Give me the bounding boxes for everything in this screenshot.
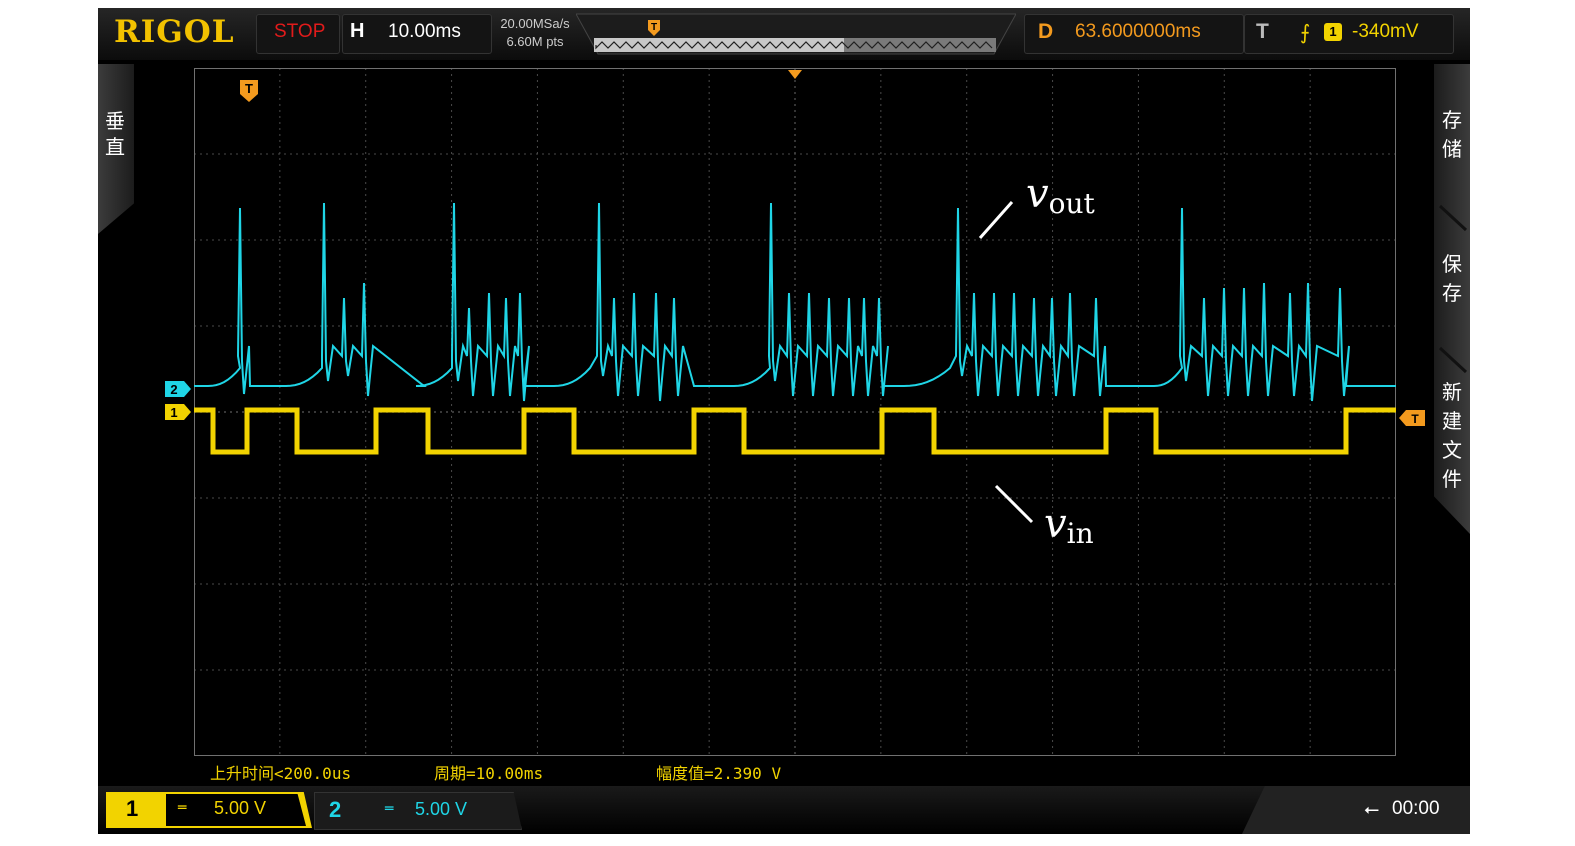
vin-subscript: in — [1066, 517, 1094, 550]
trigger-label: T — [1256, 20, 1269, 43]
trigger-level-marker[interactable]: T — [1398, 409, 1426, 427]
ch1-number: 1 — [126, 796, 139, 821]
trigger-box[interactable] — [1244, 14, 1454, 54]
ch2-settings-button[interactable]: 2 ═ 5.00 V — [314, 792, 522, 830]
sample-info: 20.00MSa/s 6.60M pts — [492, 15, 578, 51]
bottom-channel-bar: 1 ═ 5.00 V 2 ═ 5.00 V ⭠ 00:00 — [98, 786, 1470, 834]
measurement-rise-time[interactable]: 上升时间<200.0us — [210, 760, 351, 784]
vertical-menu-tab[interactable]: 垂直 — [98, 64, 134, 234]
vertical-menu-label: 垂直 — [105, 109, 125, 159]
trigger-position-text: T — [245, 81, 253, 96]
timebase-value: 10.00ms — [388, 21, 461, 42]
usb-icon: ⭠ — [1364, 798, 1380, 820]
top-status-bar: RIGOL STOP H 10.00ms 20.00MSa/s 6.60M pt… — [98, 8, 1470, 60]
sample-rate: 20.00MSa/s — [500, 16, 570, 31]
dc-coupling-icon: ═ — [178, 800, 187, 816]
ch2-scale-value: 5.00 V — [415, 799, 468, 819]
measurement-value: =10.00ms — [466, 764, 544, 783]
horizontal-label: H — [350, 20, 365, 42]
ch2-offset-marker[interactable]: 2 — [164, 380, 192, 398]
vin-label: vin — [1044, 504, 1094, 554]
delay-value: 63.6000000ms — [1075, 21, 1201, 42]
vin-symbol: v — [1044, 501, 1067, 547]
memory-trigger-text: T — [651, 22, 657, 33]
vout-subscript: out — [1048, 187, 1095, 220]
vout-pointer-line — [978, 201, 1014, 239]
measurement-value: <200.0us — [274, 764, 352, 783]
memory-window[interactable]: T — [576, 12, 1016, 56]
waveform-screen[interactable] — [194, 68, 1396, 756]
brand-logo: RIGOL — [114, 14, 235, 50]
ch2-number: 2 — [329, 797, 342, 822]
menu-divider — [1438, 204, 1468, 232]
ch1-settings-button[interactable]: 1 ═ 5.00 V — [106, 792, 312, 828]
rising-edge-icon: ⨍ — [1300, 20, 1311, 44]
trigger-source-badge: 1 — [1324, 23, 1342, 41]
ch1-offset-text: 1 — [170, 405, 177, 420]
clock-display: 00:00 — [1392, 798, 1440, 819]
run-state-text: STOP — [274, 21, 326, 42]
vout-label: vout — [1026, 174, 1095, 224]
vout-symbol: v — [1026, 171, 1049, 217]
storage-menu-item[interactable]: 存储 — [1438, 106, 1466, 164]
measurement-label: 幅度值 — [656, 764, 705, 783]
ch1-scale-value: 5.00 V — [214, 798, 267, 818]
menu-divider — [1438, 346, 1468, 374]
center-time-marker — [788, 70, 802, 79]
oscilloscope-display: RIGOL STOP H 10.00ms 20.00MSa/s 6.60M pt… — [98, 8, 1470, 834]
save-menu-item[interactable]: 保存 — [1438, 250, 1466, 308]
ch1-offset-marker[interactable]: 1 — [164, 403, 192, 421]
measurement-label: 周期 — [434, 764, 467, 783]
ch2-offset-text: 2 — [170, 382, 177, 397]
trigger-level-value: -340mV — [1352, 21, 1419, 42]
storage-menu-tab[interactable]: 存储 保存 新建文件 — [1434, 64, 1470, 534]
trigger-position-marker[interactable]: T — [238, 78, 262, 104]
measurement-value: =2.390 V — [704, 764, 782, 783]
delay-label: D — [1038, 20, 1054, 43]
new-file-menu-item[interactable]: 新建文件 — [1438, 378, 1466, 494]
memory-depth: 6.60M pts — [506, 34, 564, 49]
measurement-period[interactable]: 周期=10.00ms — [434, 760, 543, 784]
measurement-amplitude[interactable]: 幅度值=2.390 V — [656, 760, 781, 784]
vin-pointer-line — [994, 484, 1034, 524]
measurement-label: 上升时间 — [210, 764, 275, 783]
dc-coupling-icon: ═ — [385, 801, 394, 817]
trigger-level-marker-text: T — [1411, 412, 1419, 426]
